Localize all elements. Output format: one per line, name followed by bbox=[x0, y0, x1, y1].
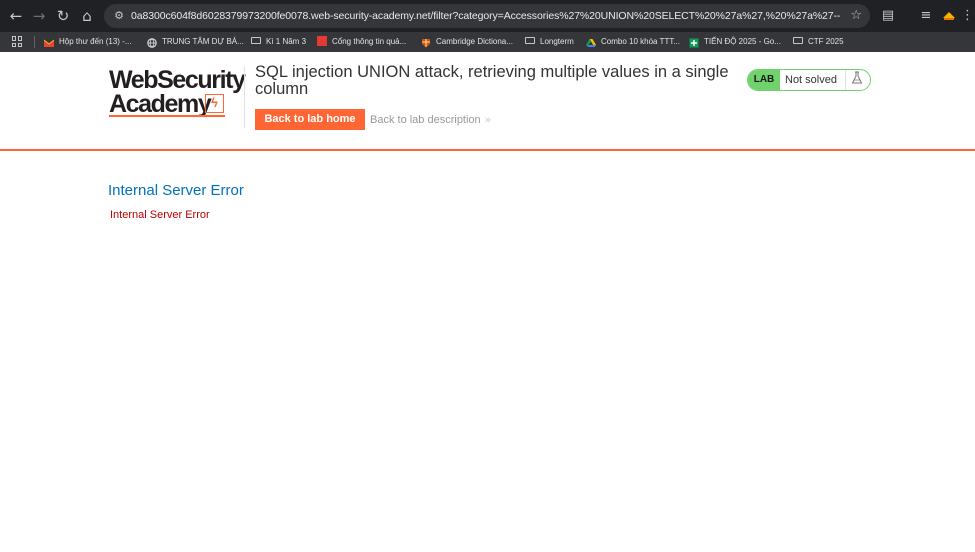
bookmark-combo[interactable]: Combo 10 khóa TTT... bbox=[586, 32, 680, 52]
lab-status-tag: LAB bbox=[748, 70, 780, 90]
header-divider bbox=[244, 66, 245, 128]
extensions-puzzle-icon[interactable]: ▤ bbox=[879, 7, 897, 25]
gmail-icon bbox=[43, 36, 55, 47]
bookmark-folder-ctf[interactable]: CTF 2025 bbox=[793, 32, 844, 52]
back-to-lab-home-button[interactable]: Back to lab home bbox=[255, 109, 365, 130]
folder-icon bbox=[793, 37, 803, 45]
bookmarks-divider bbox=[34, 36, 35, 48]
reading-list-icon[interactable]: ≡ bbox=[917, 7, 935, 25]
bookmark-gmail[interactable]: Hộp thư đến (13) -... bbox=[43, 32, 132, 52]
bookmark-label: Cổng thông tin quả... bbox=[332, 37, 407, 46]
logo-line2: Academy bbox=[109, 90, 212, 118]
bookmark-cong-thong-tin[interactable]: Cổng thông tin quả... bbox=[317, 32, 406, 52]
bookmark-label: TIẾN ĐỘ 2025 - Go... bbox=[704, 37, 781, 46]
bookmark-label: Cambridge Dictiona... bbox=[436, 37, 513, 46]
profile-icon[interactable] bbox=[940, 7, 958, 25]
bookmark-star-icon[interactable]: ☆ bbox=[850, 7, 862, 25]
back-to-lab-description-link[interactable]: Back to lab description» bbox=[370, 113, 491, 127]
error-message: Internal Server Error bbox=[110, 209, 210, 221]
cambridge-icon bbox=[421, 36, 431, 48]
bookmark-label: Longterm bbox=[540, 37, 574, 46]
lab-status-widget: LAB Not solved bbox=[747, 69, 871, 91]
url-text[interactable]: 0a8300c604f8d6028379973200fe0078.web-sec… bbox=[131, 4, 840, 28]
error-heading: Internal Server Error bbox=[108, 182, 244, 199]
kebab-menu-icon[interactable]: ⋮ bbox=[961, 7, 974, 25]
home-icon[interactable]: ⌂ bbox=[77, 6, 97, 26]
back-to-lab-description-label: Back to lab description bbox=[370, 114, 481, 126]
folder-icon bbox=[251, 37, 261, 45]
reload-icon[interactable]: ↻ bbox=[53, 6, 73, 26]
lab-title: SQL injection UNION attack, retrieving m… bbox=[255, 63, 729, 98]
forward-arrow-icon[interactable]: → bbox=[29, 6, 49, 26]
logo-underline bbox=[109, 115, 225, 117]
bookmark-label: Combo 10 khóa TTT... bbox=[601, 37, 680, 46]
bookmark-label: Hộp thư đến (13) -... bbox=[59, 37, 132, 46]
bookmark-cambridge[interactable]: Cambridge Dictiona... bbox=[421, 32, 513, 52]
web-security-academy-logo[interactable]: WebSecurity Academy ϟ bbox=[109, 66, 246, 122]
apps-grid-icon[interactable] bbox=[12, 36, 23, 47]
google-sheets-icon bbox=[689, 36, 699, 48]
bookmark-folder-longterm[interactable]: Longterm bbox=[525, 32, 574, 52]
status-separator bbox=[845, 70, 846, 90]
lightning-bolt-icon: ϟ bbox=[205, 94, 224, 113]
bookmarks-bar: Hộp thư đến (13) -... TRUNG TÂM DỰ BÁ...… bbox=[0, 32, 975, 52]
back-arrow-icon[interactable]: ← bbox=[6, 6, 26, 26]
google-drive-icon bbox=[586, 36, 596, 47]
address-bar[interactable]: ⚙ 0a8300c604f8d6028379973200fe0078.web-s… bbox=[104, 4, 870, 28]
bookmark-folder-ki1[interactable]: Kì 1 Năm 3 bbox=[251, 32, 306, 52]
folder-icon bbox=[525, 37, 535, 45]
site-info-tune-icon[interactable]: ⚙ bbox=[111, 8, 127, 24]
bookmark-label: Kì 1 Năm 3 bbox=[266, 37, 307, 46]
bookmark-trung-tam[interactable]: TRUNG TÂM DỰ BÁ... bbox=[147, 32, 244, 52]
portal-icon bbox=[317, 35, 327, 46]
bookmark-label: TRUNG TÂM DỰ BÁ... bbox=[162, 37, 244, 46]
bookmark-label: CTF 2025 bbox=[808, 37, 844, 46]
double-chevron-right-icon: » bbox=[484, 113, 492, 126]
flask-icon bbox=[848, 71, 866, 89]
browser-toolbar: ← → ↻ ⌂ ⚙ 0a8300c604f8d6028379973200fe00… bbox=[0, 0, 975, 32]
globe-icon bbox=[147, 36, 157, 48]
lab-status-text: Not solved bbox=[785, 74, 837, 86]
bookmark-tien-do[interactable]: TIẾN ĐỘ 2025 - Go... bbox=[689, 32, 781, 52]
